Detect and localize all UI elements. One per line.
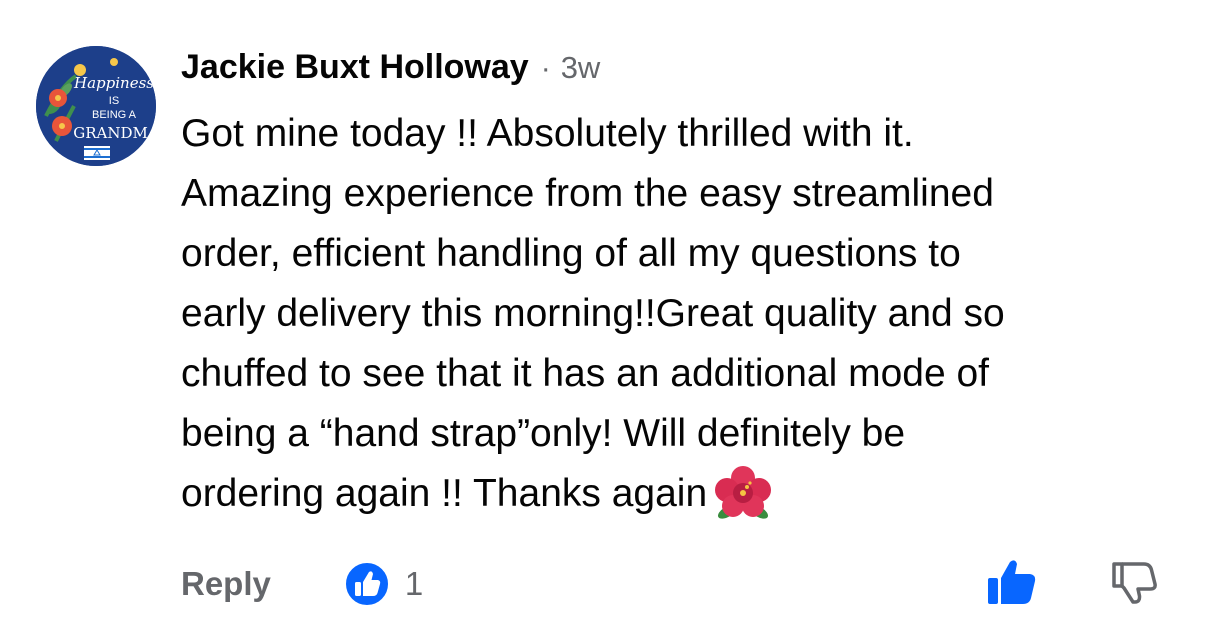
thumbs-down-icon[interactable] bbox=[1110, 558, 1158, 606]
comment: Happiness IS BEING A GRANDMA Jackie Buxt… bbox=[0, 0, 1206, 621]
like-count: 1 bbox=[404, 565, 424, 602]
author-name[interactable]: Jackie Buxt Holloway bbox=[181, 48, 529, 87]
avatar[interactable]: Happiness IS BEING A GRANDMA bbox=[36, 46, 156, 166]
avatar-line-3: BEING A bbox=[92, 109, 137, 121]
comment-text: Got mine today !! Absolutely thrilled wi… bbox=[181, 104, 1181, 524]
comment-text-content: Got mine today !! Absolutely thrilled wi… bbox=[181, 112, 1005, 515]
header-separator: · bbox=[540, 52, 551, 85]
reaction-summary[interactable]: 1 bbox=[343, 560, 423, 608]
comment-actions: Reply 1 bbox=[181, 556, 423, 612]
avatar-line-2: IS bbox=[109, 95, 119, 107]
thumbs-up-icon[interactable] bbox=[986, 558, 1038, 606]
comment-header: Jackie Buxt Holloway · 3w bbox=[181, 48, 600, 92]
avatar-line-4: GRANDMA bbox=[73, 124, 156, 142]
avatar-line-1: Happiness bbox=[73, 74, 154, 92]
like-reaction-icon bbox=[343, 561, 390, 607]
avatar-image: Happiness IS BEING A GRANDMA bbox=[36, 46, 156, 166]
comment-timestamp[interactable]: 3w bbox=[561, 50, 601, 86]
hibiscus-emoji bbox=[715, 466, 772, 519]
reply-button[interactable]: Reply bbox=[181, 565, 271, 603]
